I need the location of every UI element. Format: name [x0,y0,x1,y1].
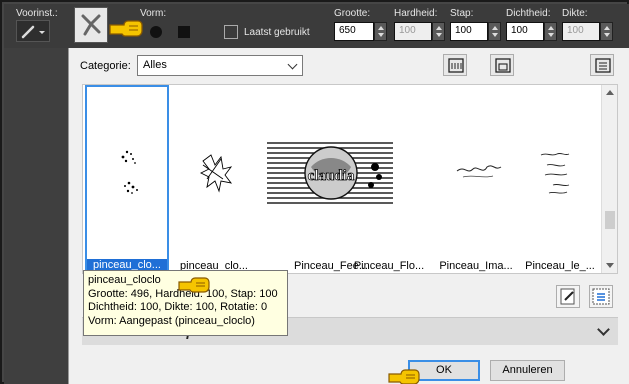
size-input[interactable]: 650 [334,22,374,41]
hardness-input[interactable]: 100 [394,22,432,41]
brush-export-button[interactable] [490,54,514,76]
pointing-hand-icon [388,369,420,384]
brush-grid: pinceau_clo... pinceau_clo... claudia Pi… [82,84,618,274]
density-label: Dichtheid: [506,8,551,19]
step-spinner[interactable] [488,22,501,41]
category-label: Categorie: [80,60,131,72]
settings-grid-icon [592,288,610,305]
size-spinner[interactable] [374,22,387,41]
size-label: Grootte: [334,8,371,19]
brush-options-button[interactable] [590,54,614,76]
thickness-label: Dikte: [562,8,588,19]
brush-icon [21,25,45,39]
brush-toolbar: Voorinst.: Vorm: Laatst gebruikt Grootte… [4,4,629,48]
left-panel [4,48,68,384]
step-label: Stap: [450,8,474,19]
hardness-label: Hardheid: [394,8,438,19]
window-frame: Voorinst.: Vorm: Laatst gebruikt Grootte… [0,0,629,384]
brush-thumbnail-art [121,150,138,194]
preset-dropdown[interactable] [16,20,50,42]
step-input[interactable]: 100 [450,22,488,41]
brush-picker-dialog: Categorie: Alles pinceau_clo... pinceau_… [68,48,629,384]
edit-icon [560,288,575,305]
thickness-spinner[interactable] [600,22,613,41]
export-icon [495,58,511,73]
library-icon [448,58,464,73]
brush-shape-preview[interactable] [74,7,108,43]
square-shape-icon[interactable] [178,26,190,38]
cancel-button[interactable]: Annuleren [490,360,565,381]
thickness-input[interactable]: 100 [562,22,600,41]
recent-label: Laatst gebruikt [244,27,310,38]
density-input[interactable]: 100 [506,22,544,41]
tooltip-line-shape: Vorm: Aangepast (pinceau_cloclo) [88,314,255,327]
pointing-hand-icon [109,20,143,37]
brush-item-pinceau-flo[interactable]: Pinceau_Flo... [345,85,433,273]
brush-thumbnail-art [540,152,570,194]
round-shape-icon[interactable] [150,26,162,38]
brush-grid-scrollbar[interactable] [601,85,617,273]
brush-item-pinceau-cloclo[interactable]: pinceau_clo... [85,85,169,273]
density-spinner[interactable] [544,22,557,41]
scroll-up-icon[interactable] [606,90,614,95]
scroll-down-icon[interactable] [606,263,614,268]
chevron-down-icon[interactable] [597,323,610,336]
brush-item-pinceau-le[interactable]: Pinceau_le_... [519,85,601,273]
hardness-spinner[interactable] [432,22,445,41]
scrollbar-thumb[interactable] [605,211,615,229]
category-select[interactable]: Alles [137,55,303,76]
category-value: Alles [143,59,167,71]
tooltip-line-density: Dichtheid: 100, Dikte: 100, Rotatie: 0 [88,301,268,313]
brush-caption: Pinceau_le_... [525,260,595,272]
brush-shape-thumbnail-icon [81,14,101,36]
brush-library-button[interactable] [443,54,467,76]
brush-thumbnail-art [456,165,502,178]
brush-item-pinceau-ima[interactable]: Pinceau_Ima... [433,85,519,273]
chevron-down-icon [287,59,298,70]
brush-thumbnail-art [199,154,233,193]
preset-label: Voorinst.: [16,8,58,19]
brush-caption: Pinceau_Flo... [353,260,425,272]
brush-item-pinceau-cloclo-2[interactable]: pinceau_clo... [173,85,255,273]
brush-caption: Pinceau_Ima... [439,260,513,272]
edit-brush-button[interactable] [556,285,580,308]
brush-settings-button[interactable] [589,285,613,308]
pointing-hand-icon [178,277,210,293]
grid-view-icon [595,58,611,73]
recent-checkbox[interactable] [224,25,238,39]
